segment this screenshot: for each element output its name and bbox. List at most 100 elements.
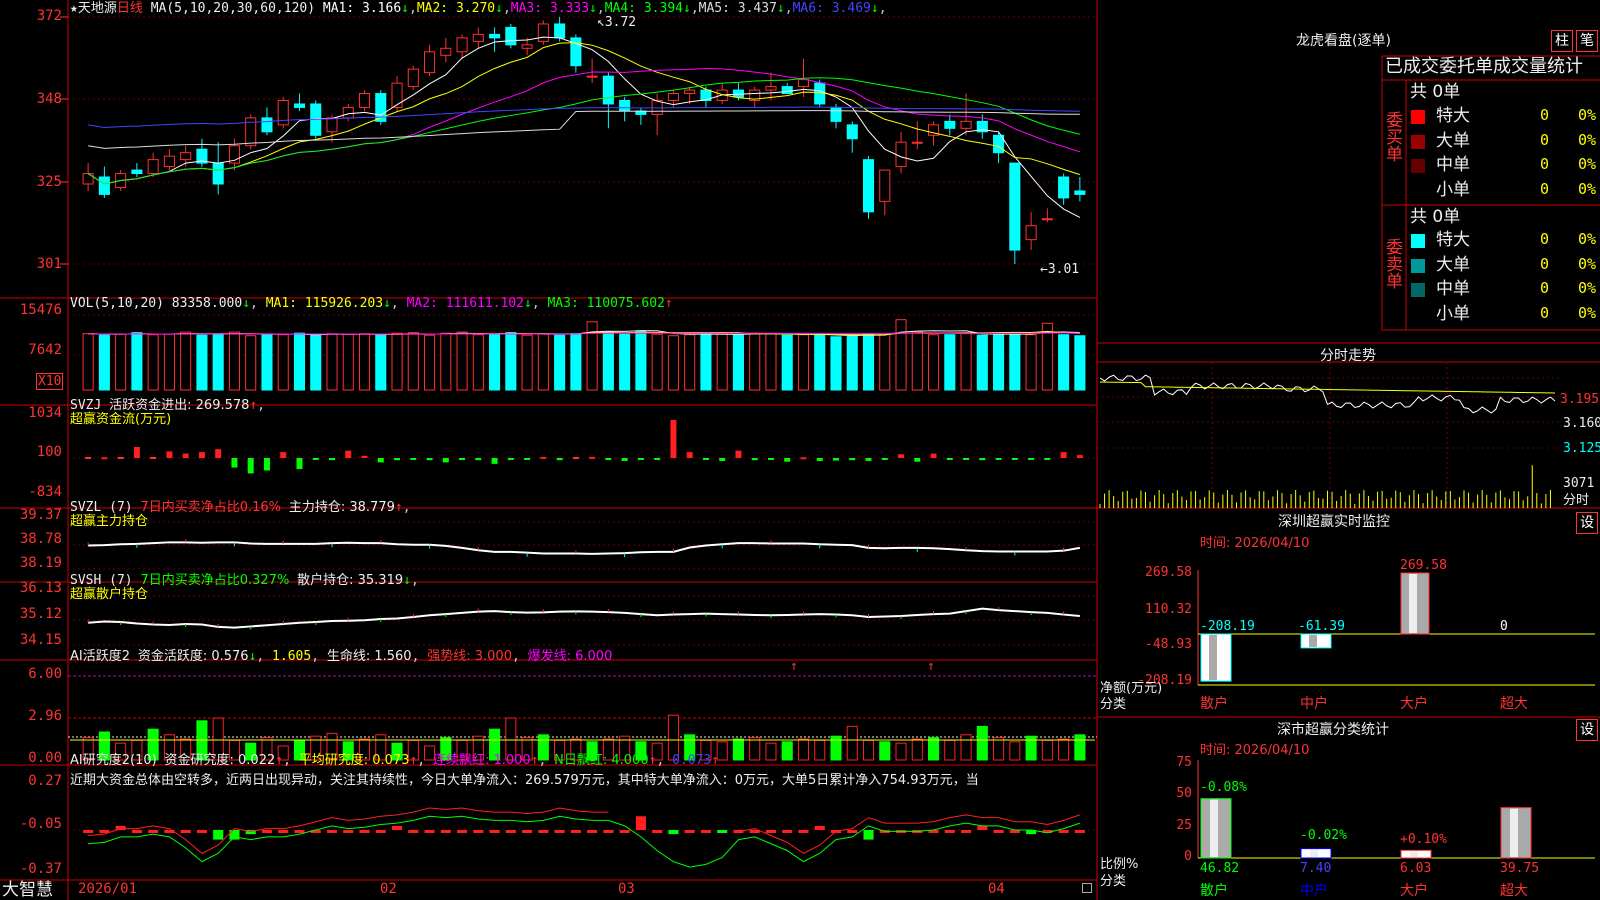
svsh-axis-1: 35.12 [19,606,62,622]
svzl-line [88,541,1081,555]
buy-row-2-value: 0 [1540,130,1550,149]
svzj-bar-19 [377,458,384,463]
volume-bar-17 [342,333,354,391]
ai2-bar-35 [635,816,646,830]
ai2-bar-37 [668,830,679,835]
candle-54 [944,120,956,129]
candle-60 [1041,218,1053,221]
volume-bar-62 [1074,335,1086,391]
sell-total: 共 0单 [1410,207,1461,227]
buy-swatch-3 [1411,159,1425,173]
svzj-bar-2 [101,457,108,460]
volume-bar-15 [310,334,322,391]
ai1-axis-2: 0.00 [28,750,62,766]
classify-bar-shine-4 [1510,808,1518,857]
ai2-bar-61 [1058,830,1069,833]
svzl-sub: 超赢主力持仓 [70,514,149,529]
vol-legend: VOL(5,10,20) 83358.000↓, MA1: 115926.203… [70,296,673,311]
ai1-bar-45 [797,738,810,761]
ai1-legend: AI活跃度2 资金活跃度: 0.576↓, 1.605, 生命线: 1.560,… [70,649,613,664]
vol-unit-badge[interactable]: X10 [36,373,64,390]
price-axis-3: 301 [36,256,62,272]
date-label-3: 04 [988,881,1005,897]
candle-58 [1009,162,1021,251]
volume-bar-21 [407,332,419,391]
ai2-axis-1: -0.05 [19,816,62,832]
ai2-bar-23 [440,830,451,833]
svsh-sub: 超赢散户持仓 [70,587,149,602]
ai2-bar-20 [391,825,403,830]
svzj-axis-1: 100 [36,444,62,460]
bar-mode-button[interactable]: 柱 [1551,30,1573,52]
candle-34 [619,99,631,112]
svzj-bar-18 [361,455,368,458]
classify-axis-3: 0 [1184,849,1192,864]
ai2-bar-56 [977,825,988,830]
fenshi-vol: 3071 [1563,476,1595,491]
volume-bar-12 [261,334,273,391]
candle-30 [554,23,566,39]
volume-bar-27 [505,332,517,391]
volume-bar-31 [570,333,582,391]
fenshi-axis-2: 3.125 [1563,441,1600,456]
candle-41 [732,89,744,98]
ai2-bar-62 [1074,830,1085,833]
ma-legend: ★天地源日线 MA(5,10,20,30,60,120) MA1: 3.166↓… [70,1,887,16]
volume-bar-30 [554,334,566,391]
candle-47 [830,106,842,122]
monitor-value-1: -208.19 [1200,619,1255,634]
period-label: 日线 [116,1,143,16]
svzj-bar-20 [394,458,401,461]
volume-bar-22 [424,334,436,391]
ai1-arrow: ↑ [790,659,798,674]
classify-settings-button[interactable]: 设 [1576,719,1598,741]
candle-37 [667,93,679,101]
classify-bar-shine-2 [1310,849,1318,857]
candle-18 [358,93,371,108]
svzl-axis-0: 39.37 [19,507,62,523]
monitor-axis-2: -48.93 [1145,637,1192,652]
svzj-bar-10 [231,458,238,468]
volume-bar-56 [976,334,988,391]
tick-mode-button[interactable]: 笔 [1576,30,1598,52]
svzj-bar-8 [198,452,205,458]
ai2-bar-19 [375,830,386,833]
stock-name: 天地源 [77,1,117,16]
ai2-bar-18 [359,830,370,833]
sell-row-1-label: 特大 [1436,230,1470,250]
classify-ylabel: 比例% [1100,857,1139,872]
ai2-bar-45 [798,830,809,833]
volume-bar-43 [765,333,777,391]
svzj-bar-41 [735,450,742,458]
lock-icon[interactable] [1082,883,1092,893]
volume-bar-5 [147,334,159,391]
candle-5 [147,159,159,175]
favorite-star-icon: ★ [70,1,78,16]
candle-22 [424,51,436,74]
ai2-bar-24 [457,830,468,833]
svzl-legend: SVZL (7) 7日内买卖净占比0.16% 主力持仓: 38.779↑, [70,500,411,515]
classify-value-1: 46.82 [1200,861,1240,876]
candle-7 [180,152,192,161]
ai2-bar-8 [196,830,207,833]
ai1-bar-42 [749,737,761,761]
svzl-axis-2: 38.19 [19,555,62,571]
svzj-bar-13 [280,452,287,458]
volume-bar-50 [879,333,891,391]
candle-45 [797,79,810,88]
volume-bar-28 [521,334,533,391]
monitor-settings-button[interactable]: 设 [1576,512,1598,534]
volume-bar-61 [1058,334,1070,391]
buy-side-label: 委买单 [1386,111,1403,165]
buy-row-1-label: 特大 [1436,106,1470,126]
volume-bar-38 [684,334,696,391]
ai1-bar-44 [781,741,793,761]
ai1-bar-56 [976,725,988,761]
price-axis-1: 348 [36,91,62,107]
candle-24 [456,37,468,53]
classify-cat-4: 超大 [1500,883,1528,899]
candle-2 [98,176,110,195]
candle-23 [440,47,452,56]
ai2-bar-26 [489,830,500,833]
buy-row-3-label: 中单 [1436,155,1470,175]
